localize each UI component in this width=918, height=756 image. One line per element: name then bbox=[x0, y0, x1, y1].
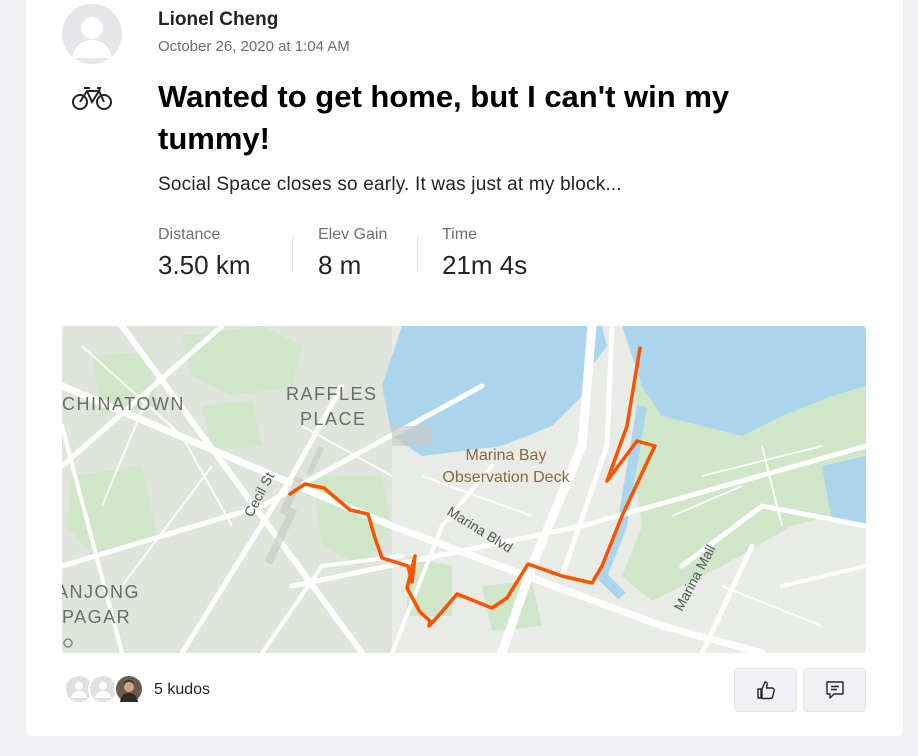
map-label-raffles: RAFFLES bbox=[286, 384, 378, 404]
stat-label: Time bbox=[442, 226, 477, 243]
avatar[interactable] bbox=[62, 4, 122, 64]
kudos-count[interactable]: 5 kudos bbox=[154, 681, 210, 699]
activity-card: Lionel Cheng October 26, 2020 at 1:04 AM… bbox=[26, 0, 903, 736]
comment-icon bbox=[825, 681, 844, 699]
activity-date: October 26, 2020 at 1:04 AM bbox=[158, 38, 350, 55]
map-label-tanjong: ANJONG bbox=[62, 582, 140, 602]
give-kudos-button[interactable] bbox=[734, 668, 797, 712]
stat-distance: Distance 3.50 km bbox=[158, 226, 251, 281]
map-label-pagar: PAGAR bbox=[62, 607, 131, 627]
athlete-name[interactable]: Lionel Cheng bbox=[158, 9, 278, 31]
map-label-place: PLACE bbox=[300, 409, 367, 429]
stat-label: Elev Gain bbox=[318, 226, 388, 243]
stat-value: 8 m bbox=[318, 250, 362, 280]
stat-value: 21m 4s bbox=[442, 250, 528, 280]
activity-description: Social Space closes so early. It was jus… bbox=[158, 174, 622, 195]
stat-time: Time 21m 4s bbox=[442, 226, 527, 281]
comment-button[interactable] bbox=[803, 668, 866, 712]
stat-divider bbox=[292, 236, 293, 272]
activity-title[interactable]: Wanted to get home, but I can't win my t… bbox=[158, 76, 798, 160]
route-map[interactable]: CHINATOWN RAFFLES PLACE ANJONG PAGAR Mar… bbox=[62, 326, 866, 653]
map-label-observation-deck: Observation Deck bbox=[442, 469, 570, 486]
map-label-observation: Marina Bay bbox=[466, 447, 547, 464]
stat-value: 3.50 km bbox=[158, 250, 251, 280]
stat-divider bbox=[417, 236, 418, 272]
map-label-chinatown: CHINATOWN bbox=[62, 394, 185, 414]
avatar bbox=[114, 674, 144, 704]
stat-label: Distance bbox=[158, 226, 221, 243]
bike-icon bbox=[72, 85, 112, 111]
thumbs-up-icon bbox=[756, 681, 775, 700]
kudos-avatars[interactable] bbox=[64, 674, 144, 706]
stat-elev-gain: Elev Gain 8 m bbox=[318, 226, 387, 281]
